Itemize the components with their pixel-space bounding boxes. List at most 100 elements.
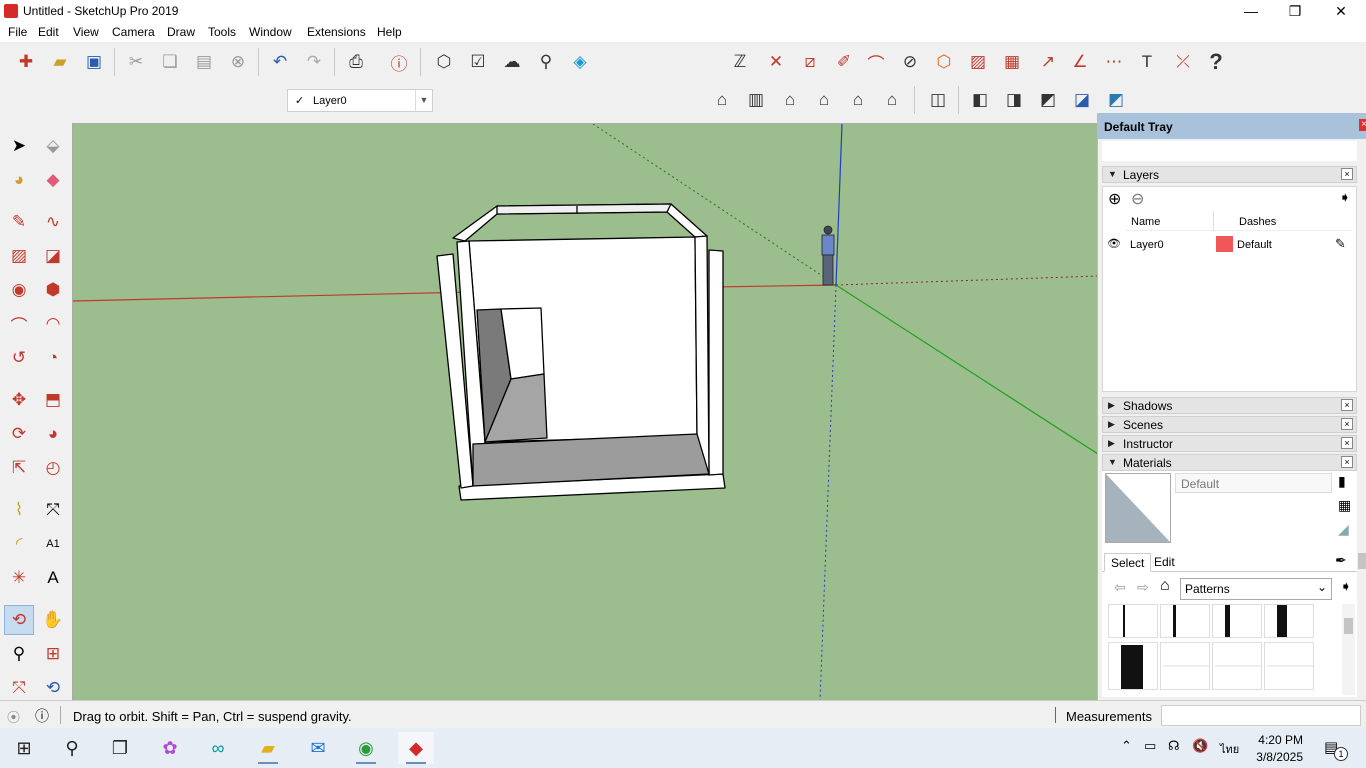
circle-slash-icon[interactable]: ⊘ bbox=[896, 48, 924, 76]
close-button[interactable]: ✕ bbox=[1318, 0, 1364, 23]
modeling-viewport[interactable] bbox=[72, 123, 1097, 700]
layer-dashes-value[interactable]: Default bbox=[1237, 239, 1272, 251]
paint-bucket-icon[interactable]: ◕ bbox=[4, 165, 34, 195]
rotate-icon[interactable]: ⟳ bbox=[4, 419, 34, 449]
freehand-icon[interactable]: ∿ bbox=[38, 207, 68, 237]
mail-icon[interactable]: ✉ bbox=[300, 732, 336, 764]
restore-button[interactable]: ❐ bbox=[1272, 0, 1318, 23]
minimize-button[interactable]: — bbox=[1228, 0, 1274, 23]
add-layer-icon[interactable]: ⊕ bbox=[1108, 189, 1121, 209]
instructor-panel-header[interactable]: ▶ Instructor × bbox=[1102, 435, 1357, 452]
polygon-icon[interactable]: ⬢ bbox=[38, 275, 68, 305]
select-arrow-icon[interactable]: ➤ bbox=[4, 131, 34, 161]
zoom-icon[interactable]: ⚲ bbox=[4, 639, 34, 669]
pattern-swatch[interactable] bbox=[1264, 604, 1314, 638]
pattern-swatch[interactable] bbox=[1108, 642, 1158, 690]
pattern-swatch[interactable] bbox=[1160, 642, 1210, 690]
clock-time[interactable]: 4:20 PM bbox=[1255, 733, 1303, 747]
layer-row[interactable]: 👁 Layer0 Default ✎ bbox=[1103, 235, 1356, 255]
square-slash-icon[interactable]: ▨ bbox=[964, 48, 992, 76]
arc-icon[interactable]: ⌒ bbox=[4, 309, 34, 339]
chevron-down-icon[interactable]: ▼ bbox=[415, 90, 432, 111]
scenes-panel-header[interactable]: ▶ Scenes × bbox=[1102, 416, 1357, 433]
top-view-icon[interactable]: ▥ bbox=[742, 86, 770, 114]
layer-name[interactable]: Layer0 bbox=[1130, 239, 1164, 251]
new-file-icon[interactable]: ✚ bbox=[12, 48, 40, 76]
axes-icon[interactable]: ✳ bbox=[4, 563, 34, 593]
details-arrow-icon[interactable]: ➧ bbox=[1339, 189, 1351, 206]
extension-warehouse-icon[interactable]: ◈ bbox=[566, 48, 594, 76]
previous-view-icon[interactable]: ⟲ bbox=[38, 673, 68, 703]
upload-cloud-icon[interactable]: ☁ bbox=[498, 48, 526, 76]
measurements-input[interactable] bbox=[1161, 705, 1361, 726]
axis-slash-icon[interactable]: ⤫ bbox=[1169, 48, 1197, 76]
axes-tool-icon[interactable]: ✕ bbox=[762, 48, 790, 76]
arc-style-icon[interactable]: ⌒ bbox=[862, 48, 890, 76]
clock-date[interactable]: 3/8/2025 bbox=[1255, 750, 1303, 764]
left-view-icon[interactable]: ⌂ bbox=[878, 86, 906, 114]
chrome-icon[interactable]: ◉ bbox=[348, 732, 384, 764]
move-icon[interactable]: ✥ bbox=[4, 385, 34, 415]
network-icon[interactable]: ▭ bbox=[1144, 738, 1156, 754]
remove-layer-icon[interactable]: ⊖ bbox=[1131, 189, 1144, 209]
forward-arrow-icon[interactable]: ⇨ bbox=[1137, 579, 1149, 596]
menu-extensions[interactable]: Extensions bbox=[307, 25, 366, 39]
material-library-dropdown[interactable]: Patterns ⌄ bbox=[1180, 578, 1332, 600]
input-language[interactable]: ไทย bbox=[1220, 740, 1239, 758]
menu-camera[interactable]: Camera bbox=[112, 25, 155, 39]
two-point-arc-icon[interactable]: ◠ bbox=[38, 309, 68, 339]
redo-icon[interactable]: ↷ bbox=[300, 48, 328, 76]
pattern-swatch[interactable] bbox=[1108, 604, 1158, 638]
menu-view[interactable]: View bbox=[73, 25, 99, 39]
print-icon[interactable]: ⎙ bbox=[342, 48, 370, 76]
3d-text-icon[interactable]: A bbox=[38, 563, 68, 593]
copy-icon[interactable]: ❏ bbox=[156, 48, 184, 76]
volume-muted-icon[interactable]: 🔇 bbox=[1192, 738, 1208, 754]
rectangle-icon[interactable]: ▨ bbox=[4, 241, 34, 271]
close-icon[interactable]: × bbox=[1341, 399, 1353, 411]
shadows-panel-header[interactable]: ▶ Shadows × bbox=[1102, 397, 1357, 414]
share-model-icon[interactable]: ☑ bbox=[464, 48, 492, 76]
material-scrollbar[interactable] bbox=[1342, 604, 1355, 695]
protractor-icon[interactable]: ◜ bbox=[4, 529, 34, 559]
circle-icon[interactable]: ◉ bbox=[4, 275, 34, 305]
materials-panel-header[interactable]: ▼ Materials × bbox=[1102, 454, 1357, 471]
home-icon[interactable]: ⌂ bbox=[1160, 577, 1170, 595]
save-icon[interactable]: ▣ bbox=[80, 48, 108, 76]
rotated-rectangle-icon[interactable]: ◪ bbox=[38, 241, 68, 271]
pattern-swatch[interactable] bbox=[1264, 642, 1314, 690]
angle-icon[interactable]: ∠ bbox=[1066, 48, 1094, 76]
pencil-line-icon[interactable]: ✎ bbox=[4, 207, 34, 237]
close-icon[interactable]: × bbox=[1341, 168, 1353, 180]
iso-view-icon[interactable]: ⌂ bbox=[708, 86, 736, 114]
close-icon[interactable]: × bbox=[1341, 456, 1353, 468]
wireframe-style-icon[interactable]: ◧ bbox=[966, 86, 994, 114]
eye-icon[interactable]: 👁 bbox=[1107, 237, 1121, 250]
column-name-header[interactable]: Name bbox=[1131, 216, 1160, 228]
xray-style-icon[interactable]: ◫ bbox=[924, 86, 952, 114]
close-icon[interactable]: × bbox=[1341, 418, 1353, 430]
arduino-icon[interactable]: ∞ bbox=[200, 732, 236, 764]
device-icon[interactable]: ☊ bbox=[1168, 738, 1180, 754]
geo-location-icon[interactable]: ⦿ bbox=[7, 707, 20, 726]
undo-icon[interactable]: ↶ bbox=[266, 48, 294, 76]
pan-hand-icon[interactable]: ✋ bbox=[38, 605, 68, 635]
shaded-style-icon[interactable]: ◩ bbox=[1034, 86, 1062, 114]
push-pull-icon[interactable]: ⬒ bbox=[38, 385, 68, 415]
right-view-icon[interactable]: ⌂ bbox=[810, 86, 838, 114]
tray-scrollbar[interactable] bbox=[1358, 143, 1366, 698]
hidden-line-style-icon[interactable]: ◨ bbox=[1000, 86, 1028, 114]
create-material-icon[interactable]: ▮ bbox=[1338, 473, 1346, 490]
sketchup-app-icon[interactable] bbox=[4, 4, 18, 18]
text-label-icon[interactable]: A1 bbox=[38, 529, 68, 559]
text-tool-icon[interactable]: T bbox=[1133, 48, 1161, 76]
eraser-icon[interactable]: ◆ bbox=[38, 165, 68, 195]
model-info-icon[interactable]: ⓘ bbox=[385, 48, 413, 76]
polygon-slash-icon[interactable]: ⬡ bbox=[930, 48, 958, 76]
make-component-icon[interactable]: ⬙ bbox=[38, 131, 68, 161]
line-style-icon[interactable]: ⧄ bbox=[796, 48, 824, 76]
freehand-style-icon[interactable]: ✐ bbox=[830, 48, 858, 76]
three-point-arc-icon[interactable]: ↺ bbox=[4, 343, 34, 373]
orbit-icon[interactable]: ⟲ bbox=[4, 605, 34, 635]
back-view-icon[interactable]: ⌂ bbox=[844, 86, 872, 114]
